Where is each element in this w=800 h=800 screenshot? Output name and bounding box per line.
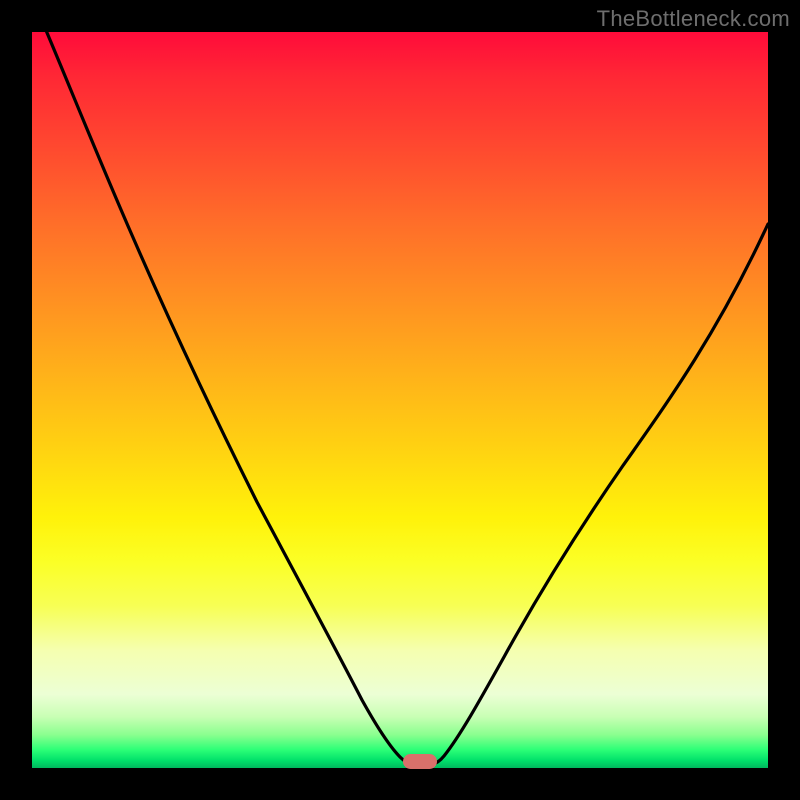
minimum-marker — [403, 754, 437, 769]
plot-area — [32, 32, 768, 768]
curve-svg — [32, 32, 768, 768]
bottleneck-curve — [47, 32, 768, 765]
watermark-text: TheBottleneck.com — [597, 6, 790, 32]
chart-frame: TheBottleneck.com — [0, 0, 800, 800]
